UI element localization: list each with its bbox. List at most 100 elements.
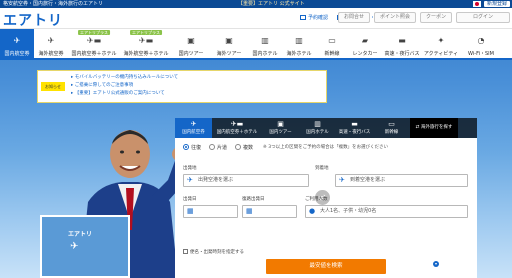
nav-item-label: 新幹線 bbox=[324, 51, 340, 57]
chevron-down-icon: ▾ bbox=[433, 261, 439, 267]
plus-badge: エアトリプラス bbox=[130, 30, 162, 35]
calendar-icon: ▦ bbox=[246, 207, 253, 215]
nav-item-domestic-tour[interactable]: ▣ 国内ツアー bbox=[172, 29, 210, 59]
nav-item-label: 海外ツアー bbox=[216, 51, 242, 57]
departure-field[interactable]: ✈ 出発空港を選ぶ bbox=[183, 174, 309, 187]
top-register-button[interactable]: 新規登録 bbox=[483, 1, 510, 7]
other-conditions-label: その他の条件 bbox=[441, 262, 468, 267]
top-announcement-bar: 格安航空券・国内旅行・海外旅行のエアトリ 【重要】エアトリ 公式サイト 新規登録 bbox=[0, 0, 512, 8]
train-icon: ▭ bbox=[328, 36, 336, 45]
header-buttons: お問合せ ポイント照会 クーポン ログイン bbox=[337, 12, 510, 23]
tab-label: 高速・夜行バス bbox=[338, 130, 371, 135]
nav-item-label: 国内航空券＋ホテル bbox=[71, 51, 117, 57]
nav-item-label: 国内航空券 bbox=[4, 51, 30, 57]
trip-type-label: 複数 bbox=[243, 145, 254, 151]
search-form: 往復 片道 複数 ※ 3つ以上の区間をご予約の場合は「複数」をお選びください 出… bbox=[175, 138, 477, 278]
departure-placeholder: 出発空港を選ぶ bbox=[198, 177, 234, 183]
reservation-check-link[interactable]: 予約確認 bbox=[300, 14, 328, 21]
top-bar-actions: 新規登録 bbox=[472, 0, 510, 7]
login-button[interactable]: ログイン bbox=[456, 12, 510, 23]
bus-icon: ▬ bbox=[398, 36, 406, 45]
suitcase-icon: ▣ bbox=[225, 36, 233, 45]
nav-item-label: レンタカー bbox=[352, 51, 378, 57]
nav-item-domestic-flight-hotel[interactable]: エアトリプラス ✈▬ 国内航空券＋ホテル bbox=[68, 29, 120, 59]
outbound-date-label: 出発日 bbox=[183, 197, 197, 202]
search-button[interactable]: 最安値を検索 bbox=[266, 259, 386, 274]
nav-item-international-flight-hotel[interactable]: エアトリプラス ✈▬ 海外航空券＋ホテル bbox=[120, 29, 172, 59]
top-bar-text: 格安航空券・国内旅行・海外旅行のエアトリ bbox=[3, 1, 104, 7]
tab-bus[interactable]: ▬ 高速・夜行バス bbox=[336, 118, 373, 138]
return-date-field[interactable]: ▦ bbox=[242, 205, 297, 218]
nav-item-international-hotel[interactable]: ▥ 海外ホテル bbox=[282, 29, 316, 59]
calendar-icon: ▦ bbox=[187, 207, 194, 215]
trip-type-group: 往復 片道 複数 bbox=[183, 144, 253, 151]
wifi-icon: ◔ bbox=[477, 36, 485, 45]
outbound-date-field[interactable]: ▦ bbox=[183, 205, 238, 218]
nav-item-rental-car[interactable]: ▰ レンタカー bbox=[348, 29, 382, 59]
nav-item-bus[interactable]: ▬ 高速・夜行バス bbox=[382, 29, 422, 59]
notice-link[interactable]: モバイルバッテリーの機内持ち込みルールについて bbox=[71, 74, 178, 82]
plane-icon: ✈ bbox=[190, 120, 197, 128]
nav-item-domestic-hotel[interactable]: ▥ 国内ホテル bbox=[248, 29, 282, 59]
trip-multi-radio[interactable]: 複数 bbox=[235, 144, 253, 151]
nav-item-label: 海外航空券 bbox=[38, 51, 64, 57]
tab-domestic-flights[interactable]: ✈ 国内航空券 bbox=[175, 118, 212, 138]
trip-oneway-radio[interactable]: 片道 bbox=[209, 144, 227, 151]
other-conditions-toggle[interactable]: ▾ その他の条件 bbox=[433, 261, 468, 267]
nav-item-label: 国内ホテル bbox=[252, 51, 278, 57]
notice-tag: お知らせ bbox=[41, 82, 65, 91]
top-bar-center-text: 【重要】エアトリ 公式サイト bbox=[238, 1, 305, 7]
passengers-field[interactable]: ● 大人1名、子供・幼児0名 bbox=[305, 205, 468, 218]
coupon-button[interactable]: クーポン bbox=[419, 12, 452, 23]
nav-item-label: 海外航空券＋ホテル bbox=[123, 51, 169, 57]
site-logo[interactable]: エアトリ bbox=[3, 10, 63, 30]
tab-international-switch[interactable]: ⇄ 海外旅行を探す bbox=[410, 118, 458, 138]
nav-item-label: 国内ツアー bbox=[178, 51, 204, 57]
plane-landing-icon: ✈ bbox=[339, 176, 345, 184]
nav-item-label: Wi-Fi・SIM bbox=[468, 51, 494, 57]
document-icon bbox=[300, 15, 306, 20]
nav-item-shinkansen[interactable]: ▭ 新幹線 bbox=[316, 29, 348, 59]
nav-item-domestic-flights[interactable]: ✈ 国内航空券 bbox=[0, 29, 34, 59]
nav-item-activity[interactable]: ✦ アクティビティ bbox=[422, 29, 460, 59]
points-button[interactable]: ポイント照会 bbox=[373, 12, 416, 23]
passengers-label: ご利用人数 bbox=[305, 197, 328, 202]
tab-label: 国内航空券 bbox=[182, 130, 205, 135]
activity-icon: ✦ bbox=[437, 36, 445, 45]
tab-domestic-tour[interactable]: ▣ 国内ツアー bbox=[262, 118, 299, 138]
car-icon: ▰ bbox=[361, 36, 369, 45]
radio-checked bbox=[183, 144, 189, 150]
tab-domestic-hotel[interactable]: ▥ 国内ホテル bbox=[299, 118, 336, 138]
plane-icon: ✈ bbox=[13, 36, 21, 45]
nav-item-label: アクティビティ bbox=[423, 51, 459, 57]
nav-item-label: 高速・夜行バス bbox=[384, 51, 420, 57]
japan-flag-icon[interactable] bbox=[472, 1, 481, 7]
train-icon: ▭ bbox=[388, 120, 395, 128]
nav-item-international-flights[interactable]: ✈ 海外航空券 bbox=[34, 29, 68, 59]
arrival-field[interactable]: ✈ 到着空港を選ぶ bbox=[335, 174, 468, 187]
passengers-value: 大人1名、子供・幼児0名 bbox=[320, 208, 377, 214]
plane-takeoff-icon: ✈ bbox=[187, 176, 193, 184]
notice-link[interactable]: ご搭乗に際してのご注意事項 bbox=[71, 82, 178, 90]
departure-label: 出発地 bbox=[183, 166, 197, 171]
radio-unchecked bbox=[209, 144, 216, 150]
checkbox-label: 便名・出発時刻を指定する bbox=[190, 250, 244, 255]
nav-item-wifi[interactable]: ◔ Wi-Fi・SIM bbox=[460, 29, 502, 59]
banner-title: エアトリ bbox=[68, 231, 93, 238]
notice-link[interactable]: 【重要】エアトリ公式通販のご案内について bbox=[71, 90, 178, 98]
bus-icon: ▬ bbox=[351, 120, 358, 128]
return-date-label: 復路出発日 bbox=[242, 197, 265, 202]
nav-item-international-tour[interactable]: ▣ 海外ツアー bbox=[210, 29, 248, 59]
reservation-check-label: 予約確認 bbox=[308, 15, 329, 21]
trip-type-label: 往復 bbox=[191, 145, 202, 151]
person-icon: ● bbox=[309, 207, 316, 215]
flight-time-checkbox[interactable]: 便名・出発時刻を指定する bbox=[183, 249, 244, 255]
radio-unchecked bbox=[235, 144, 242, 150]
trip-note: ※ 3つ以上の区間をご予約の場合は「複数」をお選びください bbox=[263, 145, 389, 150]
trip-roundtrip-radio[interactable]: 往復 bbox=[183, 144, 201, 151]
promo-banner[interactable]: エアトリ ✈ bbox=[40, 215, 130, 278]
tab-domestic-flight-hotel[interactable]: ✈▬ 国内航空券＋ホテル bbox=[212, 118, 262, 138]
help-button[interactable]: お問合せ bbox=[337, 12, 370, 23]
tab-label: 海外旅行を探す bbox=[420, 125, 453, 130]
tab-shinkansen[interactable]: ▭ 新幹線 bbox=[373, 118, 410, 138]
